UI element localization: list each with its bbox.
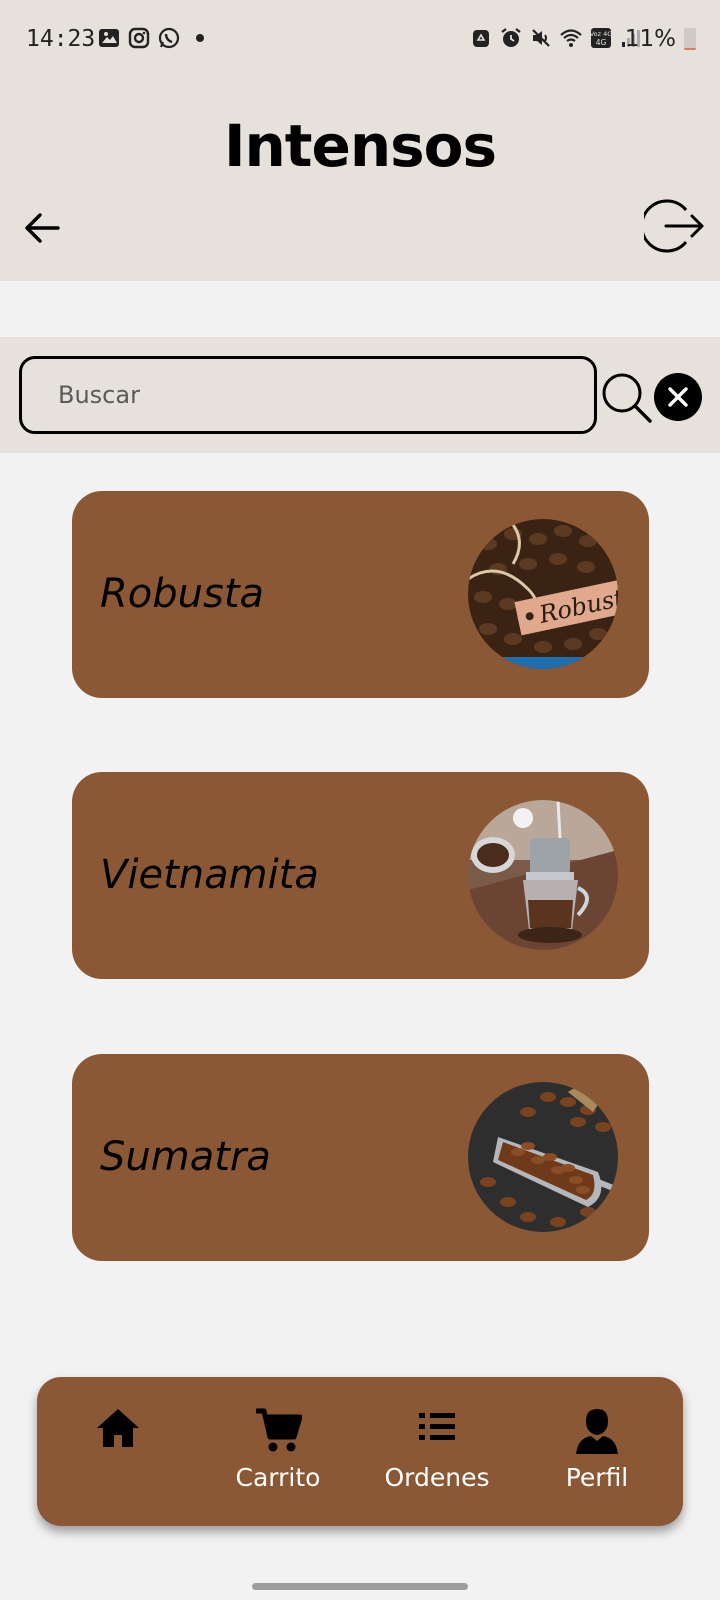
- mute-icon: [532, 29, 550, 47]
- instagram-icon: [128, 27, 150, 49]
- coffee-beans-scoop-image: [468, 1082, 618, 1232]
- robusta-beans-image: Robusta: [468, 519, 618, 669]
- nav-item-label: Perfil: [565, 1463, 629, 1492]
- product-name: Vietnamita: [100, 852, 319, 898]
- search-input[interactable]: [19, 356, 597, 434]
- notification-dot-icon: [196, 34, 204, 42]
- status-right-icons: Voz 4G 4G: [470, 27, 642, 49]
- arrow-left-icon: [25, 213, 60, 243]
- product-card-vietnamita[interactable]: Vietnamita: [72, 772, 649, 979]
- gallery-icon: [99, 29, 119, 47]
- battery-icon: [684, 28, 696, 50]
- battery-percent: 11%: [624, 26, 676, 52]
- svg-text:4G: 4G: [596, 38, 607, 47]
- home-icon: [97, 1409, 139, 1447]
- whatsapp-icon: [158, 27, 180, 49]
- clear-search-button[interactable]: [654, 373, 702, 421]
- page-title: Intensos: [223, 112, 497, 180]
- nav-item-label: Carrito: [235, 1463, 321, 1492]
- nav-item-perfil[interactable]: Perfil: [522, 1377, 672, 1526]
- search-icon: [602, 373, 652, 423]
- status-left-icons: [98, 27, 204, 49]
- wifi-icon: [560, 29, 582, 47]
- vietnamese-coffee-filter-image: [468, 800, 618, 950]
- nav-item-carrito[interactable]: Carrito: [203, 1377, 353, 1526]
- user-icon: [576, 1409, 618, 1454]
- logout-icon: [644, 199, 704, 253]
- search-bar: [0, 337, 720, 453]
- status-bar: 14:23 Voz 4G 4G 11%: [0, 0, 720, 80]
- product-name: Sumatra: [100, 1134, 271, 1180]
- product-card-robusta[interactable]: Robusta Robusta: [72, 491, 649, 698]
- volte-icon: Voz 4G4G: [590, 28, 612, 48]
- list-icon: [419, 1413, 455, 1440]
- status-time: 14:23: [26, 26, 96, 52]
- home-indicator[interactable]: [252, 1583, 468, 1590]
- back-button[interactable]: [20, 206, 64, 250]
- logout-button[interactable]: [644, 196, 704, 256]
- bottom-nav: Carrito Ordenes Perfil: [37, 1377, 683, 1526]
- cart-icon: [256, 1408, 302, 1452]
- nav-item-ordenes[interactable]: Ordenes: [362, 1377, 512, 1526]
- product-name: Robusta: [100, 571, 265, 617]
- battery-fill: [684, 47, 696, 50]
- nav-item-label: Ordenes: [384, 1463, 490, 1492]
- header: 14:23 Voz 4G 4G 11% Intensos: [0, 0, 720, 281]
- recycle-icon: [473, 30, 489, 47]
- close-icon: [668, 387, 688, 407]
- product-card-sumatra[interactable]: Sumatra: [72, 1054, 649, 1261]
- alarm-icon: [501, 28, 521, 47]
- search-button[interactable]: [600, 371, 654, 425]
- svg-text:Voz 4G: Voz 4G: [590, 30, 612, 38]
- nav-item-home[interactable]: [43, 1377, 193, 1526]
